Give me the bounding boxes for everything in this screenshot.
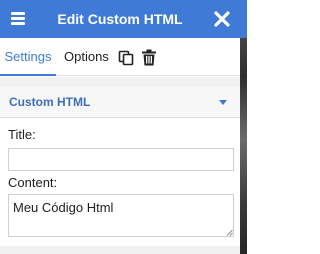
panel-footer	[0, 246, 240, 254]
panel-header: Edit Custom HTML	[0, 0, 240, 38]
tab-options[interactable]: Options	[64, 38, 109, 76]
trash-icon[interactable]	[141, 49, 157, 66]
caret-down-icon	[219, 100, 227, 105]
title-label: Title:	[8, 127, 36, 142]
content-textarea[interactable]: Meu Código Html	[8, 194, 234, 237]
copy-icon[interactable]	[118, 50, 134, 66]
panel-title: Edit Custom HTML	[57, 11, 183, 27]
content-label: Content:	[8, 175, 58, 190]
close-icon[interactable]	[211, 8, 233, 30]
hamburger-menu-icon[interactable]	[9, 10, 27, 28]
tab-settings[interactable]: Settings	[0, 38, 56, 76]
edit-panel: Edit Custom HTML Settings Options Custom…	[0, 0, 240, 254]
resize-grip-icon[interactable]	[226, 229, 233, 236]
title-input[interactable]	[8, 148, 234, 171]
section-divider	[0, 77, 240, 87]
tab-bar: Settings Options	[0, 38, 240, 76]
section-title: Custom HTML	[9, 95, 91, 109]
background-canvas-edge	[240, 0, 247, 254]
custom-html-section-header[interactable]: Custom HTML	[0, 87, 240, 118]
